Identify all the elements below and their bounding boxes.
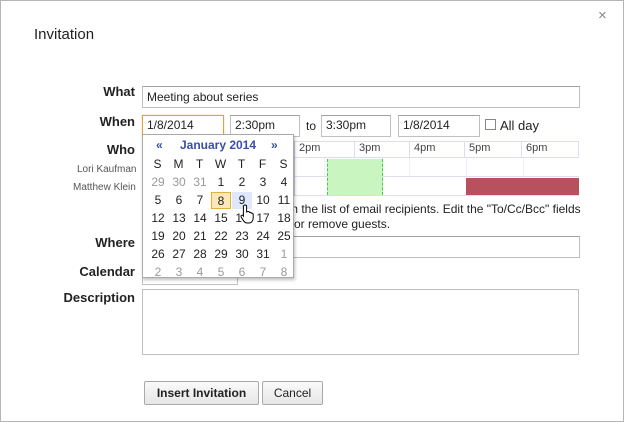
weekday-header: T: [237, 157, 246, 171]
hour-header: 4pm: [410, 141, 465, 158]
calendar-day[interactable]: 8: [211, 192, 231, 209]
busy-block: [466, 178, 579, 195]
calendar-day[interactable]: 31: [253, 246, 273, 263]
calendar-day[interactable]: 4: [274, 174, 294, 191]
calendar-day[interactable]: 19: [148, 228, 168, 245]
calendar-day[interactable]: 13: [169, 210, 189, 227]
calendar-day[interactable]: 3: [253, 174, 273, 191]
date-picker-header: January 2014 « »: [143, 138, 293, 154]
calendar-day[interactable]: 27: [169, 246, 189, 263]
who-label: Who: [106, 142, 135, 157]
when-label: When: [99, 114, 135, 129]
who-info-line: or remove guests.: [294, 217, 391, 231]
what-label: What: [103, 84, 135, 99]
invitation-dialog: Invitation × What When 1/8/2014 2:30pm t…: [0, 0, 624, 422]
calendar-day[interactable]: 21: [190, 228, 210, 245]
calendar-day[interactable]: 23: [232, 228, 252, 245]
where-label: Where: [95, 235, 135, 250]
calendar-day[interactable]: 30: [232, 246, 252, 263]
all-day-label: All day: [500, 118, 540, 133]
calendar-day[interactable]: 1: [211, 174, 231, 191]
attendee-name: Matthew Klein: [73, 182, 136, 193]
who-info-line: m the list of email recipients. Edit the…: [288, 202, 581, 216]
calendar-day[interactable]: 2: [148, 264, 168, 281]
calendar-day[interactable]: 7: [190, 192, 210, 209]
end-date-input[interactable]: 1/8/2014: [398, 115, 480, 137]
calendar-day[interactable]: 6: [169, 192, 189, 209]
calendar-day[interactable]: 1: [274, 246, 294, 263]
insert-invitation-button[interactable]: Insert Invitation: [144, 381, 259, 405]
hour-header: 5pm: [465, 141, 522, 158]
weekday-header: S: [153, 157, 162, 171]
calendar-day[interactable]: 11: [274, 192, 294, 209]
description-label: Description: [63, 290, 135, 305]
calendar-day[interactable]: 7: [253, 264, 273, 281]
weekday-header: F: [258, 157, 267, 171]
hand-cursor-icon: [240, 204, 254, 224]
calendar-day[interactable]: 15: [211, 210, 231, 227]
calendar-day[interactable]: 8: [274, 264, 294, 281]
calendar-day[interactable]: 2: [232, 174, 252, 191]
calendar-day[interactable]: 26: [148, 246, 168, 263]
dialog-title: Invitation: [34, 26, 95, 43]
hour-header: 2pm: [295, 141, 355, 158]
calendar-day[interactable]: 22: [211, 228, 231, 245]
hour-header: 3pm: [355, 141, 410, 158]
next-month-icon[interactable]: »: [271, 138, 278, 152]
hour-header: 6pm: [522, 141, 579, 158]
calendar-day[interactable]: 29: [211, 246, 231, 263]
all-day-checkbox[interactable]: [485, 119, 496, 130]
calendar-day[interactable]: 14: [190, 210, 210, 227]
calendar-day[interactable]: 25: [274, 228, 294, 245]
calendar-day[interactable]: 30: [169, 174, 189, 191]
calendar-day[interactable]: 29: [148, 174, 168, 191]
calendar-day[interactable]: 10: [253, 192, 273, 209]
cancel-button[interactable]: Cancel: [262, 381, 323, 405]
weekday-header: T: [195, 157, 204, 171]
calendar-day[interactable]: 12: [148, 210, 168, 227]
calendar-day[interactable]: 17: [253, 210, 273, 227]
calendar-day[interactable]: 24: [253, 228, 273, 245]
close-icon[interactable]: ×: [598, 7, 607, 24]
calendar-day[interactable]: 5: [211, 264, 231, 281]
weekday-header: M: [173, 157, 184, 171]
calendar-day[interactable]: 5: [148, 192, 168, 209]
calendar-day[interactable]: 6: [232, 264, 252, 281]
prev-month-icon[interactable]: «: [156, 138, 163, 152]
to-text: to: [306, 119, 317, 133]
weekday-header: S: [279, 157, 288, 171]
calendar-day[interactable]: 28: [190, 246, 210, 263]
what-input[interactable]: [142, 86, 580, 108]
description-textarea[interactable]: [142, 289, 579, 355]
weekday-header: W: [214, 157, 227, 171]
attendee-name: Lori Kaufman: [77, 164, 137, 175]
calendar-day[interactable]: 20: [169, 228, 189, 245]
calendar-day[interactable]: 4: [190, 264, 210, 281]
calendar-day[interactable]: 31: [190, 174, 210, 191]
calendar-label: Calendar: [79, 264, 135, 279]
proposed-time-slot[interactable]: [327, 159, 383, 195]
date-picker-popup: January 2014 « » SMTWTFS 29 30 31 1 2 3 4 5 6 7 8 9…: [142, 134, 294, 281]
end-time-input[interactable]: 3:30pm: [321, 115, 391, 137]
availability-grid: 2pm 3pm 4pm 5pm 6pm: [294, 141, 579, 196]
calendar-day[interactable]: 3: [169, 264, 189, 281]
calendar-day[interactable]: 18: [274, 210, 294, 227]
